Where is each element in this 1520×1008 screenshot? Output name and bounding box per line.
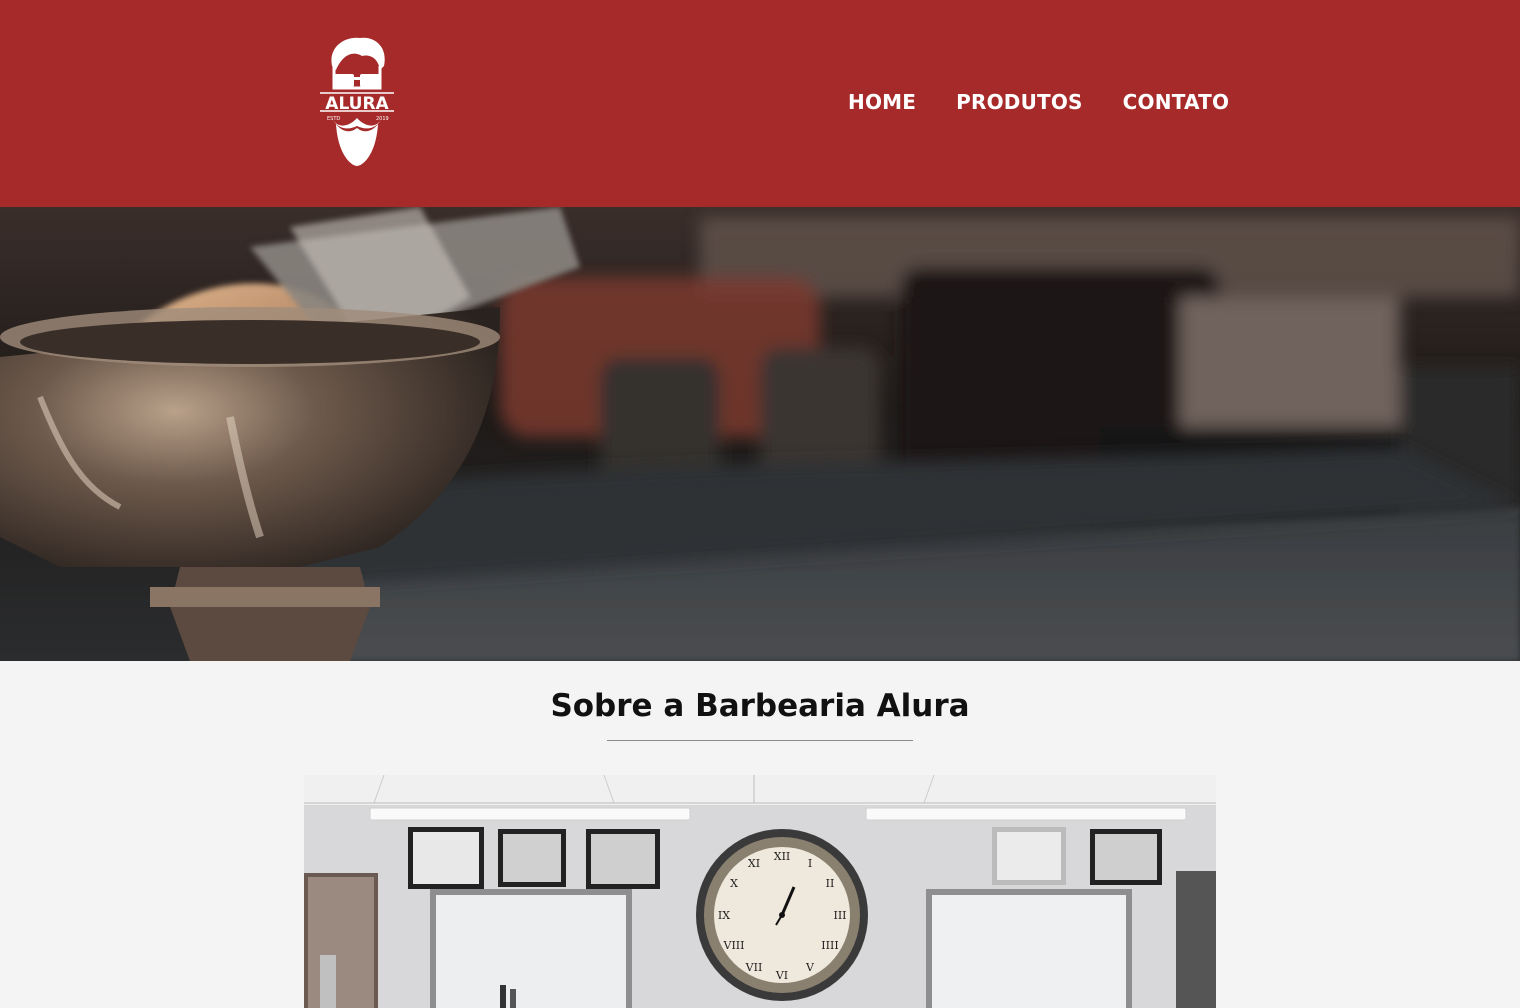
svg-text:VI: VI: [775, 969, 788, 982]
svg-text:XII: XII: [774, 850, 791, 863]
shaving-bowl-photo: [0, 207, 1520, 661]
svg-text:VIII: VIII: [723, 939, 745, 952]
svg-text:XI: XI: [748, 857, 760, 870]
title-divider: [607, 740, 913, 741]
site-header: ALURA ESTD 2019 HOME PRODUTOS CONTATO: [0, 0, 1520, 207]
svg-text:III: III: [833, 909, 846, 922]
svg-text:II: II: [826, 877, 835, 890]
nav-produtos[interactable]: PRODUTOS: [956, 90, 1083, 114]
alura-logo[interactable]: ALURA ESTD 2019: [318, 36, 396, 168]
nav-contato[interactable]: CONTATO: [1123, 90, 1229, 114]
bearded-man-logo-icon: ALURA ESTD 2019: [320, 37, 394, 166]
about-title: Sobre a Barbearia Alura: [550, 688, 970, 724]
svg-text:ALURA: ALURA: [325, 94, 389, 114]
svg-text:IIII: IIII: [821, 939, 838, 952]
svg-text:V: V: [805, 961, 815, 974]
svg-text:X: X: [730, 877, 738, 890]
hero-banner: [0, 207, 1520, 661]
nav-home[interactable]: HOME: [848, 90, 916, 114]
svg-text:I: I: [808, 857, 812, 870]
barbershop-interior-image: XII I II III IIII V VI VII VIII IX X XI: [304, 775, 1216, 1008]
svg-text:ESTD: ESTD: [327, 116, 340, 122]
svg-text:2019: 2019: [376, 116, 389, 122]
svg-text:IX: IX: [718, 909, 730, 922]
main-nav: HOME PRODUTOS CONTATO: [848, 90, 1229, 114]
barbershop-photo: XII I II III IIII V VI VII VIII IX X XI: [304, 775, 1216, 1008]
svg-text:VII: VII: [745, 961, 763, 974]
